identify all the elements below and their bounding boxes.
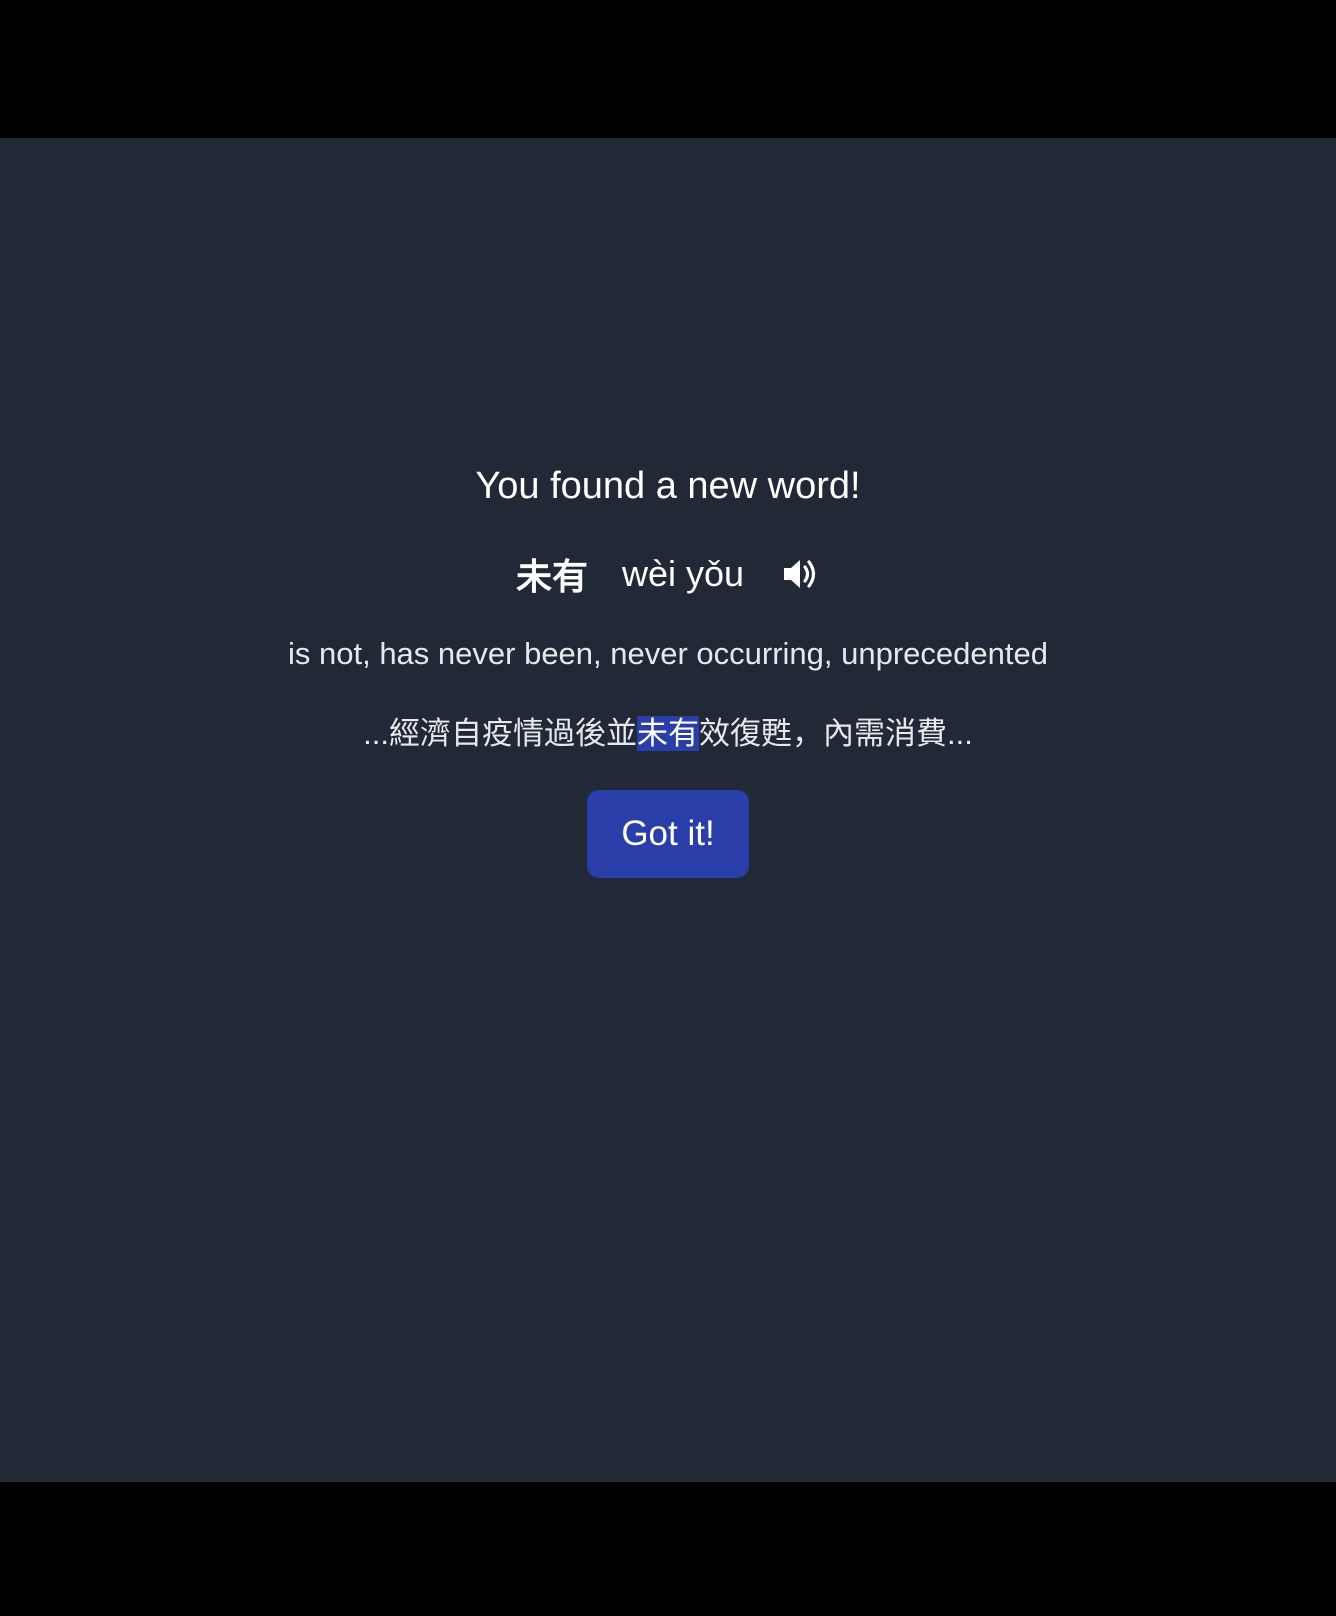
word-hanzi: 未有 [515, 556, 588, 597]
speaker-volume-icon[interactable] [780, 554, 820, 594]
word-row: 未有 wèi yǒu [0, 550, 1336, 598]
letterbox-bottom [0, 1482, 1336, 1616]
example-sentence: ...經濟自疫情過後並未有效復甦，內需消費... [0, 714, 1336, 754]
example-highlight: 未有 [637, 716, 699, 751]
letterbox-top [0, 0, 1336, 138]
dialog-content: You found a new word! 未有 wèi yǒu is not,… [0, 462, 1336, 878]
word-pinyin: wèi yǒu [621, 553, 745, 594]
got-it-button[interactable]: Got it! [587, 790, 749, 878]
dialog-headline: You found a new word! [475, 465, 861, 507]
example-after: 效復甦，內需消費... [699, 716, 973, 751]
word-definition: is not, has never been, never occurring,… [288, 636, 1048, 671]
speaker-volume-icon-svg [784, 560, 816, 588]
button-wrap: Got it! [0, 790, 1336, 878]
example-before: ...經濟自疫情過後並 [363, 716, 637, 751]
